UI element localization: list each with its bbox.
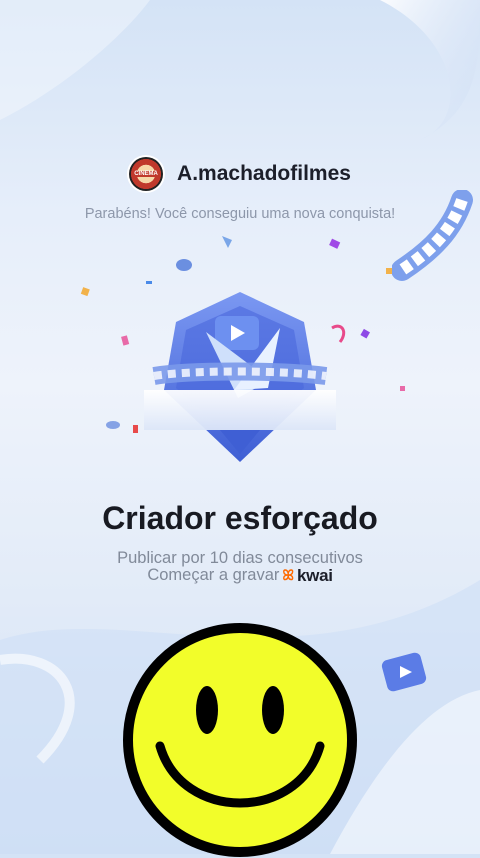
congrats-message: Parabéns! Você conseguiu uma nova conqui…: [84, 206, 396, 222]
username[interactable]: A.machadofilmes: [177, 162, 351, 186]
achievement-description: Publicar por 10 dias consecutivos: [117, 549, 363, 567]
profile-header: CINEMA A.machadofilmes Parabéns! Você co…: [0, 157, 480, 222]
start-recording-link[interactable]: Começar a gravar ꕤ kwai: [0, 566, 480, 585]
achievement-info: Publicar por 10 dias consecutivos Começa…: [0, 549, 480, 585]
achievement-badge-icon: [100, 270, 380, 470]
kwai-logo-icon: ꕤ: [282, 567, 295, 583]
achievement-title: Criador esforçado: [102, 500, 378, 536]
cta-label: Começar a gravar: [147, 566, 280, 584]
avatar-logo: CINEMA: [132, 171, 160, 177]
kwai-brand: kwai: [297, 566, 333, 585]
avatar[interactable]: CINEMA: [129, 157, 164, 191]
video-play-icon: [381, 652, 427, 692]
smiley-sticker: [123, 623, 357, 857]
